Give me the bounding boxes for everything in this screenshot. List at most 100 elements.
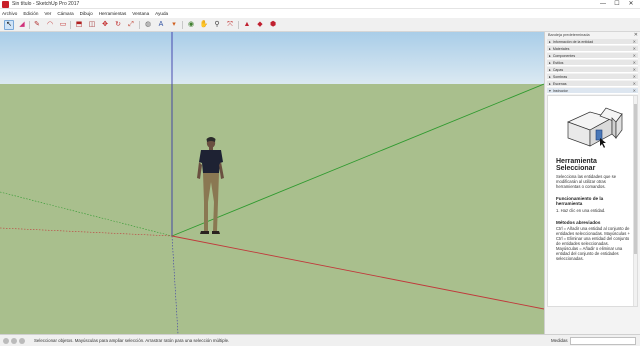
rotate-icon: ↻ [115, 21, 121, 28]
scale-icon: ⤢ [128, 21, 134, 28]
rotate-tool-button[interactable]: ↻ [113, 20, 123, 30]
menu-ver[interactable]: Ver [44, 9, 51, 18]
collapse-triangle-icon: ▸ [549, 68, 551, 72]
scale-tool-button[interactable]: ⤢ [126, 20, 136, 30]
modifier-heading: Métodos abreviados [556, 220, 601, 225]
extension-icon: ◆ [257, 21, 263, 28]
collapse-triangle-icon: ▸ [549, 75, 551, 79]
menu-herramientas[interactable]: Herramientas [99, 9, 127, 18]
menu-archivo[interactable]: Archivo [2, 9, 17, 18]
green-axis [171, 83, 544, 237]
large-toolset: ↖ ◢ ✎ ◠ ▭ ⬒ ◫ ✥ ↻ ⤢ ◍ A ▾ ◉ ✋ ⚲ ⤧ ▲ ◆ ⬢ [0, 18, 640, 32]
geo-location-icon[interactable] [3, 338, 9, 344]
drawing-area[interactable] [0, 32, 544, 334]
push-pull-icon: ⬒ [75, 21, 83, 28]
panel-shadows[interactable]: ▸ Sombras ✕ [547, 74, 638, 80]
default-tray: Bandeja predeterminada ✕ ▸ Información de… [544, 32, 640, 334]
measurements-label: Medidas [551, 338, 568, 343]
panel-entity-info[interactable]: ▸ Información de la entidad ✕ [547, 39, 638, 45]
panel-close-icon[interactable]: ✕ [633, 74, 636, 80]
minimize-button[interactable]: — [596, 0, 610, 9]
panel-close-icon[interactable]: ✕ [633, 60, 636, 66]
operation-step: 1. Haz clic en una entidad. [556, 208, 606, 213]
panel-layers[interactable]: ▸ Capas ✕ [547, 67, 638, 73]
panel-label: Estilos [552, 61, 564, 65]
panel-label: Capas [552, 68, 564, 72]
zoom-extents-tool-button[interactable]: ⤧ [225, 20, 235, 30]
measurements-box[interactable] [570, 337, 636, 345]
tape-measure-icon: ◍ [144, 21, 152, 28]
pan-tool-button[interactable]: ✋ [199, 20, 209, 30]
panel-label: Escenas [552, 82, 567, 86]
toolbar-separator [29, 21, 30, 29]
panel-materials[interactable]: ▸ Materiales ✕ [547, 46, 638, 52]
eraser-tool-button[interactable]: ◢ [17, 20, 27, 30]
line-tool-button[interactable]: ✎ [32, 20, 42, 30]
layout-icon: ⬢ [269, 21, 277, 28]
panel-label: Sombras [552, 75, 568, 79]
paint-bucket-tool-button[interactable]: ▾ [169, 20, 179, 30]
tray-title: Bandeja predeterminada [548, 33, 590, 37]
menu-ayuda[interactable]: Ayuda [155, 9, 168, 18]
send-to-layout-button[interactable]: ⬢ [268, 20, 278, 30]
instructor-heading: Herramienta Seleccionar [556, 158, 597, 172]
panel-components[interactable]: ▸ Componentes ✕ [547, 53, 638, 59]
shape-tool-button[interactable]: ▭ [58, 20, 68, 30]
push-pull-tool-button[interactable]: ⬒ [74, 20, 84, 30]
panel-close-icon[interactable]: ✕ [633, 53, 636, 59]
orbit-icon: ◉ [187, 21, 195, 28]
panel-close-icon[interactable]: ✕ [633, 46, 636, 52]
panel-styles[interactable]: ▸ Estilos ✕ [547, 60, 638, 66]
maximize-button[interactable]: ☐ [610, 0, 624, 9]
select-tool-button[interactable]: ↖ [4, 20, 14, 30]
operation-heading: Funcionamiento de la herramienta [556, 196, 604, 206]
collapse-triangle-icon: ▸ [549, 54, 551, 58]
menu-ventana[interactable]: Ventana [132, 9, 149, 18]
status-icons [3, 338, 27, 344]
panel-close-icon[interactable]: ✕ [633, 67, 636, 73]
panel-close-icon[interactable]: ✕ [633, 88, 636, 94]
blue-axis-negative [171, 235, 179, 334]
panel-label: Componentes [552, 54, 576, 58]
panel-close-icon[interactable]: ✕ [633, 81, 636, 87]
menu-dibujo[interactable]: Dibujo [80, 9, 93, 18]
modifier-text: Ctrl = Añadir una entidad al conjunto de… [556, 226, 630, 261]
instructor-scrollbar[interactable] [633, 96, 637, 306]
sketchup-logo-icon [2, 1, 9, 8]
instructor-description: Selecciona las entidades que se modifica… [556, 174, 617, 189]
move-tool-button[interactable]: ✥ [100, 20, 110, 30]
extension-warehouse-button[interactable]: ◆ [255, 20, 265, 30]
panel-label: Instructor [552, 89, 568, 93]
3d-warehouse-button[interactable]: ▲ [242, 20, 252, 30]
close-button[interactable]: ✕ [624, 0, 638, 9]
toolbar-separator [70, 21, 71, 29]
select-tool-illustration [567, 107, 623, 148]
panel-close-icon[interactable]: ✕ [633, 39, 636, 45]
text-tool-button[interactable]: A [156, 20, 166, 30]
green-axis-negative [0, 191, 173, 237]
menu-camara[interactable]: Cámara [57, 9, 73, 18]
scrollbar-thumb[interactable] [634, 104, 637, 254]
orbit-tool-button[interactable]: ◉ [186, 20, 196, 30]
title-bar: Sin título - SketchUp Pro 2017 — ☐ ✕ [0, 0, 640, 9]
tape-measure-tool-button[interactable]: ◍ [143, 20, 153, 30]
panel-scenes[interactable]: ▸ Escenas ✕ [547, 81, 638, 87]
help-icon[interactable] [19, 338, 25, 344]
tray-close-icon[interactable]: ✕ [634, 32, 638, 39]
instructor-content: Herramienta Seleccionar Selecciona las e… [547, 95, 638, 307]
collapse-triangle-icon: ▸ [549, 61, 551, 65]
arc-tool-button[interactable]: ◠ [45, 20, 55, 30]
panel-instructor[interactable]: ▾ Instructor ✕ [547, 88, 638, 94]
zoom-tool-button[interactable]: ⚲ [212, 20, 222, 30]
credits-icon[interactable] [11, 338, 17, 344]
zoom-extents-icon: ⤧ [227, 21, 233, 28]
menu-edicion[interactable]: Edición [23, 9, 38, 18]
panel-label: Materiales [552, 47, 570, 51]
offset-icon: ◫ [88, 21, 96, 28]
eraser-icon: ◢ [19, 21, 25, 28]
scale-figure[interactable] [197, 137, 224, 234]
move-icon: ✥ [102, 21, 108, 28]
rectangle-icon: ▭ [59, 21, 67, 28]
warehouse-icon: ▲ [243, 21, 251, 28]
offset-tool-button[interactable]: ◫ [87, 20, 97, 30]
